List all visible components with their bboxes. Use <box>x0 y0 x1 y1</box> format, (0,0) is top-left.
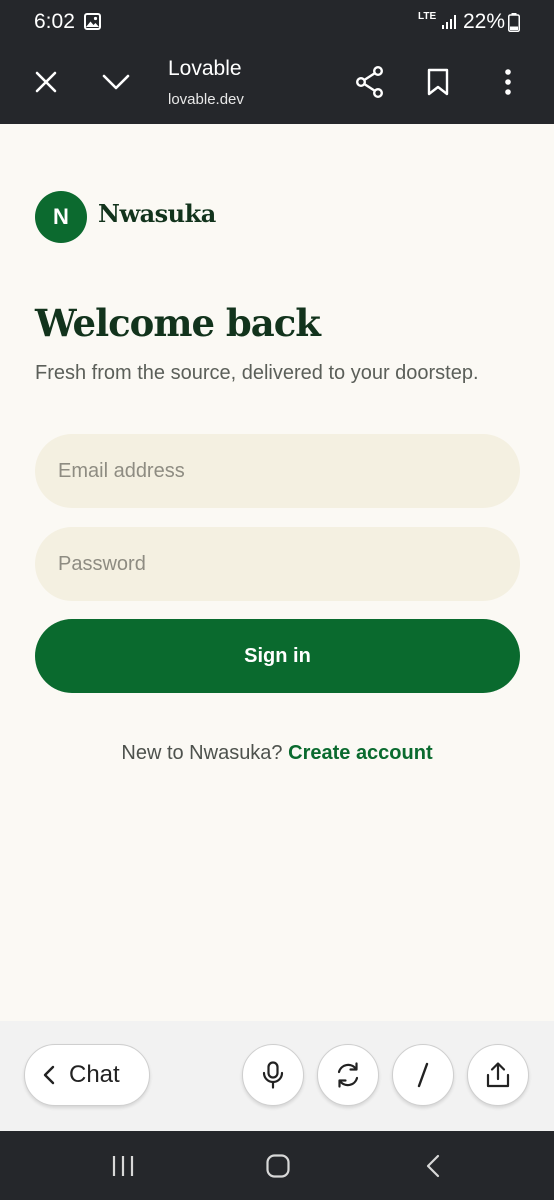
microphone-button[interactable] <box>242 1044 304 1106</box>
bookmark-button[interactable] <box>416 60 460 104</box>
battery-percent: 22% <box>463 10 506 33</box>
refresh-icon <box>337 1062 359 1088</box>
slash-button[interactable] <box>392 1044 454 1106</box>
refresh-button[interactable] <box>317 1044 379 1106</box>
minimize-button[interactable] <box>94 60 138 104</box>
close-icon <box>35 71 57 93</box>
gallery-icon <box>84 13 101 30</box>
upload-button[interactable] <box>467 1044 529 1106</box>
chevron-left-icon <box>43 1065 55 1085</box>
microphone-icon <box>262 1061 284 1089</box>
network-type: LTE <box>418 11 437 22</box>
bottom-toolbar: Chat <box>0 1021 554 1131</box>
web-content: N Nwasuka Welcome back Fresh from the so… <box>0 124 554 1021</box>
status-time: 6:02 <box>34 10 75 33</box>
slash-icon <box>417 1062 429 1088</box>
recents-icon <box>112 1156 134 1176</box>
back-icon <box>426 1154 440 1178</box>
home-button[interactable] <box>256 1149 300 1183</box>
share-icon <box>356 66 384 98</box>
signal-icon <box>442 15 456 29</box>
bookmark-icon <box>427 68 449 96</box>
page-subtitle: Fresh from the source, delivered to your… <box>35 362 479 384</box>
page-heading: Welcome back <box>35 301 321 345</box>
recents-button[interactable] <box>101 1149 145 1183</box>
sign-in-button[interactable]: Sign in <box>35 619 520 693</box>
close-button[interactable] <box>24 60 68 104</box>
chat-label: Chat <box>69 1061 120 1088</box>
signup-prompt: New to Nwasuka? Create account <box>0 742 554 765</box>
upload-icon <box>486 1062 510 1088</box>
share-button[interactable] <box>348 60 392 104</box>
page-url: lovable.dev <box>168 91 244 108</box>
chevron-down-icon <box>102 74 130 90</box>
signup-prompt-text: New to Nwasuka? <box>121 742 283 764</box>
brand-logo: N <box>35 191 87 243</box>
battery-icon <box>508 13 520 32</box>
status-bar: 6:02 LTE 22% <box>0 0 554 44</box>
back-button[interactable] <box>411 1149 455 1183</box>
home-icon <box>266 1154 290 1178</box>
create-account-link[interactable]: Create account <box>288 742 433 764</box>
chat-button[interactable]: Chat <box>24 1044 150 1106</box>
more-vertical-icon <box>505 69 511 95</box>
more-options-button[interactable] <box>486 60 530 104</box>
system-nav-bar <box>0 1131 554 1200</box>
email-field[interactable] <box>35 434 520 508</box>
logo-letter: N <box>53 204 69 229</box>
password-field[interactable] <box>35 527 520 601</box>
brand-name: Nwasuka <box>98 199 216 228</box>
page-title: Lovable <box>168 57 242 80</box>
browser-toolbar: Lovable lovable.dev <box>0 44 554 124</box>
